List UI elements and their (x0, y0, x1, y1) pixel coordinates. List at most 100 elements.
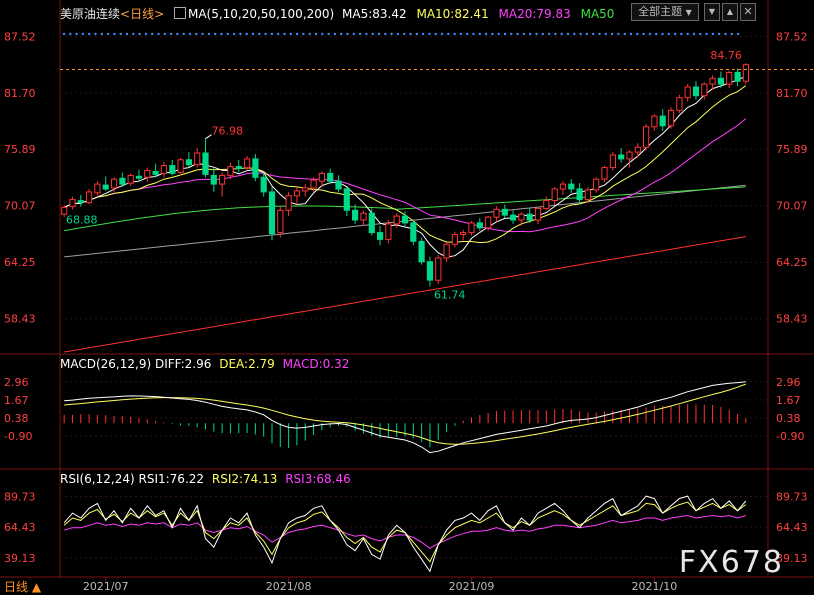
price-axis-tick-left: 87.52 (4, 30, 36, 43)
candle-body (426, 261, 434, 281)
signal-dot (491, 32, 494, 36)
candle-body (69, 199, 76, 207)
candle-body (343, 188, 350, 211)
signal-dot (333, 32, 337, 36)
nav-down-button[interactable]: ▼ (704, 3, 720, 21)
signal-dot (403, 32, 406, 36)
signal-dot (377, 32, 381, 36)
candle-body (360, 212, 367, 221)
candle-body (443, 243, 450, 259)
candle-body (152, 171, 159, 175)
signal-dot (207, 32, 211, 36)
signal-dot (283, 32, 286, 36)
signal-dot (560, 32, 563, 36)
signal-dot (195, 32, 198, 36)
signal-dot (176, 32, 179, 36)
signal-dot (239, 32, 242, 36)
price-axis-tick-right: 81.70 (776, 87, 808, 100)
signal-dot (730, 32, 733, 36)
signal-dot (69, 32, 72, 36)
candle-body (709, 77, 716, 85)
candle-body (609, 154, 616, 169)
signal-dot (478, 32, 481, 36)
signal-dot (125, 32, 129, 36)
signal-dot (466, 32, 469, 36)
period-footer-button[interactable]: 日线 ▲ (4, 578, 41, 595)
candle-body (219, 174, 226, 185)
theme-select-button[interactable]: 全部主题 ▼ (631, 3, 699, 21)
candle-body (160, 165, 168, 174)
signal-dot (94, 32, 97, 36)
candle-body (618, 154, 625, 160)
signal-dot (421, 32, 425, 36)
signal-dot (214, 32, 217, 36)
annotation-high-label: 76.98 (211, 125, 243, 138)
macd-axis-tick-left: -0.90 (4, 430, 32, 443)
date-axis-tick: 2021/07 (83, 580, 129, 593)
macd-params: MACD(26,12,9) (60, 357, 152, 371)
period-label[interactable]: <日线> (120, 7, 164, 21)
candle-body (676, 97, 683, 111)
candle-body (352, 209, 359, 221)
candle-body (734, 72, 741, 82)
signal-dot (642, 32, 645, 36)
candle-body (534, 207, 542, 221)
signal-dot (308, 32, 311, 36)
candle-body (518, 213, 525, 221)
macd-axis-tick-right: 0.38 (776, 412, 801, 425)
price-axis-tick-right: 70.07 (776, 200, 808, 213)
signal-dot (541, 32, 544, 36)
signal-dot (340, 32, 343, 36)
candle-body (210, 174, 217, 185)
arrow-up-icon: ▲ (726, 7, 734, 16)
macd-axis-tick-right: -0.90 (776, 430, 804, 443)
signal-dot (409, 32, 412, 36)
candle-body (543, 200, 550, 209)
candle-body (235, 166, 242, 170)
price-axis-tick-right: 58.43 (776, 313, 808, 326)
rsi3-value: RSI3:68.46 (285, 472, 351, 486)
signal-dot (314, 32, 318, 36)
signal-dot (144, 32, 148, 36)
rsi-params: RSI(6,12,24) (60, 472, 135, 486)
close-button[interactable]: ✕ (740, 3, 756, 21)
ma200-line (64, 236, 746, 353)
candle-body (726, 72, 733, 85)
date-axis-tick: 2021/09 (449, 580, 495, 593)
signal-dot (699, 32, 702, 36)
candle-body (185, 159, 193, 166)
signal-dot (81, 32, 85, 36)
signal-dot (736, 32, 740, 36)
signal-dot (510, 32, 513, 36)
signal-dot (440, 32, 444, 36)
signal-dot (428, 32, 431, 36)
signal-dot (169, 32, 173, 36)
candle-body (593, 178, 600, 191)
candle-body (476, 222, 483, 229)
signal-dot (447, 32, 450, 36)
candle-body (260, 176, 267, 193)
signal-dot (106, 32, 110, 36)
candle-body (144, 170, 151, 178)
ma20-value: MA20:79.83 (498, 7, 571, 21)
signal-dot (88, 32, 91, 36)
ma10-value: MA10:82.41 (416, 7, 489, 21)
candle-body (551, 188, 558, 201)
candle-body (86, 191, 93, 204)
signal-dot (358, 32, 362, 36)
candle-body (177, 159, 184, 173)
candle-body (327, 172, 334, 182)
rsi-axis-tick-right: 64.43 (776, 521, 808, 534)
watermark-logo: FX678 (678, 545, 784, 580)
candle-body (244, 158, 251, 169)
nav-up-button[interactable]: ▲ (722, 3, 738, 21)
chart-canvas: 87.52 87.52 81.70 81.70 75.89 75.89 70.07 70.07… (0, 0, 814, 593)
macd-dea-value: DEA:2.79 (219, 357, 275, 371)
annotation-last-label: 84.76 (710, 49, 742, 62)
candle-body (102, 184, 109, 190)
rsi-axis-tick-left: 39.13 (4, 552, 36, 565)
macd-axis-tick-left: 1.67 (4, 394, 29, 407)
signal-dot (245, 32, 248, 36)
candle-body (634, 146, 641, 153)
rsi-axis-tick-left: 89.73 (4, 490, 36, 503)
